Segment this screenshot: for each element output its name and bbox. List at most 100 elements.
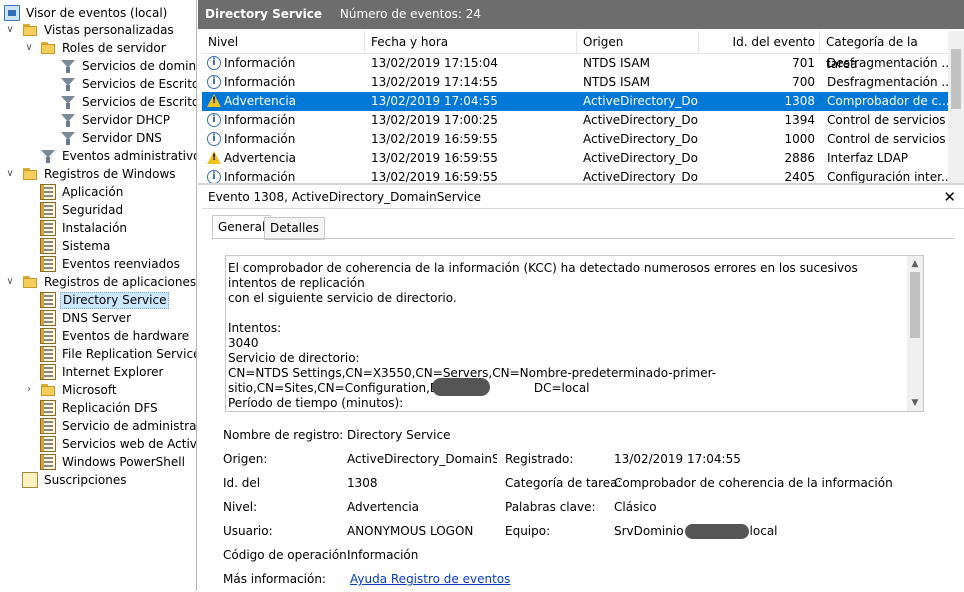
tab-details[interactable]: Detalles — [264, 217, 325, 240]
close-icon[interactable]: ✕ — [943, 186, 956, 208]
collapse-arrow-icon[interactable]: ∨ — [5, 21, 15, 39]
tree-app-item[interactable]: Servicio de administració — [40, 417, 196, 435]
scroll-down-icon[interactable]: ▼ — [907, 396, 923, 410]
info-icon: i — [207, 131, 221, 146]
log-icon — [40, 256, 56, 272]
filter-icon — [60, 76, 76, 92]
prop-label: Código de operación: — [223, 548, 351, 562]
prop-log-name: Directory Service — [347, 428, 451, 442]
tree-app-item[interactable]: Windows PowerShell — [40, 453, 187, 471]
tree-log-item[interactable]: Sistema — [40, 237, 112, 255]
description-text: El comprobador de coherencia de la infor… — [228, 261, 858, 410]
description-scrollbar[interactable]: ▲ ▼ — [907, 256, 923, 411]
tree-root[interactable]: Visor de eventos (local) — [4, 4, 169, 22]
log-icon — [40, 400, 56, 416]
tree-log-item[interactable]: Eventos reenviados — [40, 255, 182, 273]
tree-subscriptions[interactable]: Suscripciones — [22, 471, 128, 489]
prop-event-id: 1308 — [347, 476, 378, 490]
scroll-up-icon[interactable]: ▲ — [907, 257, 923, 271]
event-detail-pane: Evento 1308, ActiveDirectory_DomainServi… — [202, 186, 964, 591]
tree-server-roles[interactable]: Roles de servidor — [40, 39, 168, 57]
scrollbar-thumb[interactable] — [910, 272, 920, 338]
computer-icon — [4, 5, 20, 21]
tree-role-item[interactable]: Servicios de Escritorio — [60, 75, 196, 93]
event-level-text: Información — [224, 170, 296, 183]
tree-log-item[interactable]: Aplicación — [40, 183, 125, 201]
tree-log-item[interactable]: Instalación — [40, 219, 129, 237]
tab-general[interactable]: General — [212, 215, 272, 240]
prop-label: Usuario: — [223, 524, 273, 538]
event-level-text: Advertencia — [224, 151, 297, 165]
detail-title-bar: Evento 1308, ActiveDirectory_DomainServi… — [202, 186, 964, 209]
event-row[interactable]: i Información 13/02/2019 17:00:25 ActiveDir… — [202, 111, 948, 130]
tree-app-item-selected[interactable]: Directory Service — [40, 291, 170, 309]
event-cell-source: ActiveDirectory_Do... — [583, 170, 698, 183]
log-icon — [40, 364, 56, 380]
tree-role-item[interactable]: Servidor DNS — [60, 129, 164, 147]
event-level-text: Información — [224, 132, 296, 146]
event-cell-source: ActiveDirectory_Do... — [583, 113, 698, 127]
event-row[interactable]: i Información 13/02/2019 17:14:55 NTDS ISAM… — [202, 73, 948, 92]
prop-keywords: Clásico — [614, 500, 657, 514]
tree-app-item[interactable]: DNS Server — [40, 309, 133, 327]
column-header-level[interactable]: Nivel — [202, 31, 365, 53]
event-row[interactable]: i Información 13/02/2019 16:59:55 ActiveDir… — [202, 168, 948, 183]
event-cell-source: ActiveDirectory_Do... — [583, 94, 698, 108]
prop-level: Advertencia — [347, 500, 420, 514]
expand-arrow-icon[interactable]: › — [24, 381, 34, 399]
pane-splitter[interactable] — [198, 183, 964, 185]
tree-app-logs[interactable]: Registros de aplicaciones y s — [22, 273, 196, 291]
tree-custom-views[interactable]: Vistas personalizadas — [22, 21, 176, 39]
prop-label: Equipo: — [505, 524, 551, 538]
tree-app-item[interactable]: Servicios web de Active D — [40, 435, 196, 453]
tree-admin-events[interactable]: Eventos administrativos — [40, 147, 196, 165]
tree-app-item[interactable]: Replicación DFS — [40, 399, 160, 417]
event-list-scrollbar[interactable] — [948, 31, 964, 183]
collapse-arrow-icon[interactable]: ∨ — [24, 39, 34, 57]
event-cell-date: 13/02/2019 17:15:04 — [371, 56, 498, 70]
event-row[interactable]: ! Advertencia 13/02/2019 16:59:55 ActiveDir… — [202, 149, 948, 168]
column-header-event-id[interactable]: Id. del evento — [699, 31, 820, 53]
tree-windows-logs[interactable]: Registros de Windows — [22, 165, 178, 183]
log-icon — [40, 436, 56, 452]
scrollbar-thumb[interactable] — [951, 49, 961, 109]
filter-icon — [60, 94, 76, 110]
event-cell-category: Desfragmentación ... — [827, 75, 948, 89]
column-header-source[interactable]: Origen — [577, 31, 699, 53]
event-cell-source: ActiveDirectory_Do... — [583, 132, 698, 146]
tree-log-item[interactable]: Seguridad — [40, 201, 125, 219]
prop-source: ActiveDirectory_DomainServ — [347, 452, 497, 466]
help-link[interactable]: Ayuda Registro de eventos — [350, 571, 510, 587]
column-header-category[interactable]: Categoría de la tarea — [820, 31, 948, 71]
event-row[interactable]: i Información 13/02/2019 17:15:04 NTDS ISAM… — [202, 54, 948, 73]
collapse-arrow-icon[interactable]: ∨ — [5, 165, 15, 183]
event-cell-level: i Información — [202, 54, 365, 73]
event-list-header: Nivel Fecha y hora Origen Id. del evento… — [202, 31, 964, 71]
event-cell-source: NTDS ISAM — [583, 75, 650, 89]
info-icon: i — [207, 169, 221, 183]
prop-label: Más información: — [223, 572, 326, 586]
tree-role-item[interactable]: Servidor DHCP — [60, 111, 172, 129]
log-title: Directory Service — [205, 7, 323, 21]
folder-icon — [22, 274, 38, 290]
tree-app-item[interactable]: Microsoft — [40, 381, 119, 399]
event-cell-level: i Información — [202, 73, 365, 92]
folder-icon — [22, 22, 38, 38]
collapse-arrow-icon[interactable]: ∨ — [5, 273, 15, 291]
info-icon: i — [207, 112, 221, 127]
event-cell-id: 700 — [792, 75, 815, 89]
detail-title: Evento 1308, ActiveDirectory_DomainServi… — [208, 190, 482, 204]
event-cell-date: 13/02/2019 17:14:55 — [371, 75, 498, 89]
tree-app-item[interactable]: Eventos de hardware — [40, 327, 191, 345]
tree-role-item[interactable]: Servicios de dominio — [60, 57, 196, 75]
tree-role-item[interactable]: Servicios de Escritorio — [60, 93, 196, 111]
tree-app-item[interactable]: Internet Explorer — [40, 363, 165, 381]
tree-app-item[interactable]: File Replication Service — [40, 345, 196, 363]
event-row[interactable]: i Información 13/02/2019 16:59:55 ActiveDir… — [202, 130, 948, 149]
prop-label: Nivel: — [223, 500, 258, 514]
description-box[interactable]: El comprobador de coherencia de la infor… — [225, 255, 924, 412]
event-cell-date: 13/02/2019 16:59:55 — [371, 132, 498, 146]
event-count: Número de eventos: 24 — [339, 7, 482, 21]
column-header-date[interactable]: Fecha y hora — [365, 31, 577, 53]
event-row-selected[interactable]: ! Advertencia 13/02/2019 17:04:55 ActiveDir… — [202, 92, 948, 111]
